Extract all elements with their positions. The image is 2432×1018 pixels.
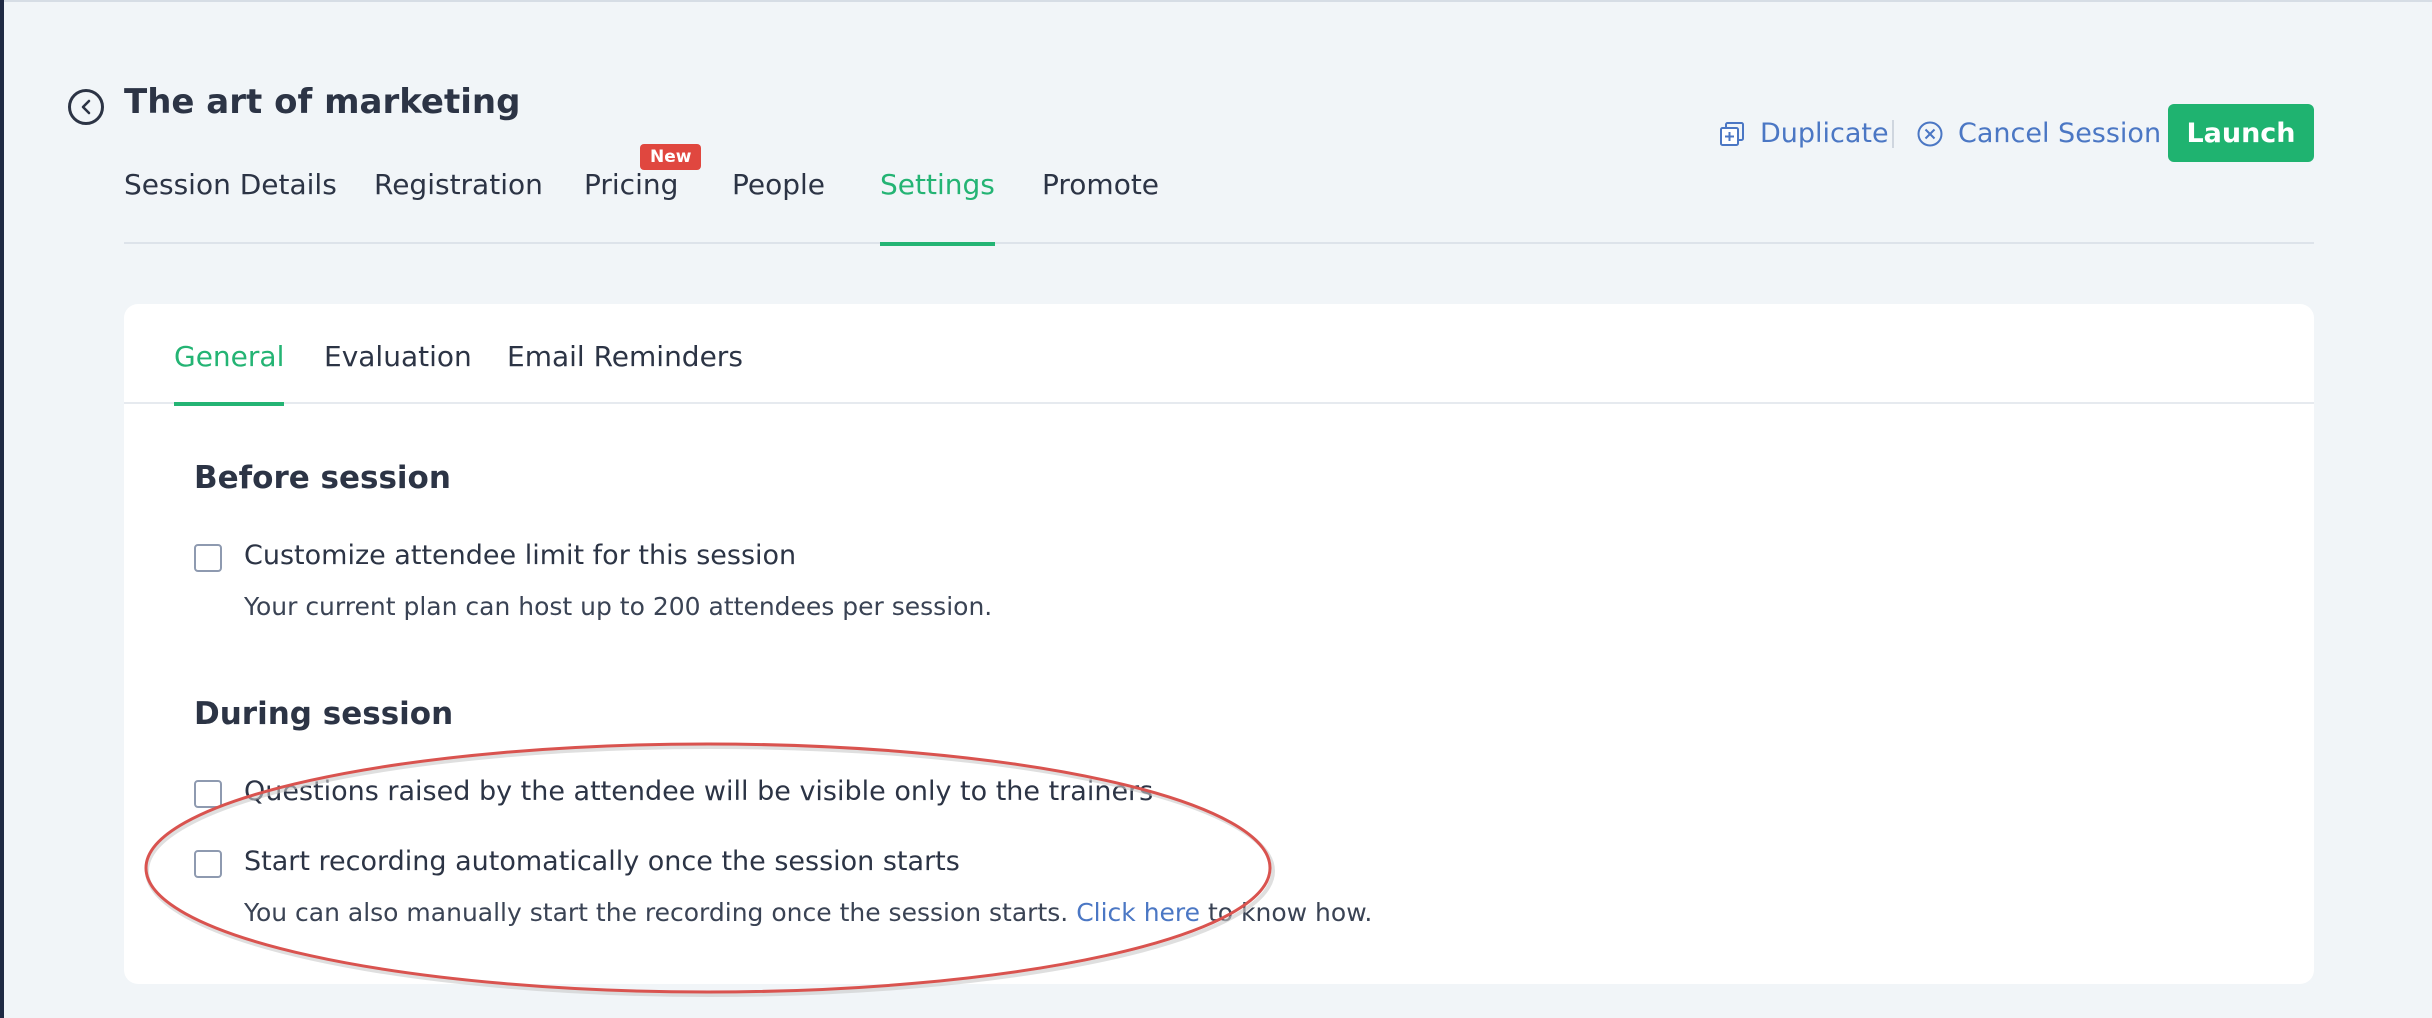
tab-session-details[interactable]: Session Details	[124, 168, 337, 244]
action-separator	[1892, 120, 1894, 148]
attendee-limit-checkbox[interactable]	[194, 544, 222, 572]
recording-help-text: You can also manually start the recordin…	[244, 898, 1372, 927]
settings-card: General Evaluation Email Reminders Befor…	[124, 304, 2314, 984]
trainer-only-questions-label: Questions raised by the attendee will be…	[244, 776, 1154, 807]
back-arrow-icon	[81, 99, 91, 115]
launch-button[interactable]: Launch	[2168, 104, 2314, 162]
back-button[interactable]	[68, 89, 104, 125]
attendee-limit-help: Your current plan can host up to 200 att…	[244, 592, 993, 621]
tab-general[interactable]: General	[174, 340, 285, 406]
left-border	[0, 0, 4, 1018]
tab-evaluation[interactable]: Evaluation	[324, 340, 472, 404]
auto-recording-label: Start recording automatically once the s…	[244, 846, 960, 877]
auto-recording-checkbox[interactable]	[194, 850, 222, 878]
page-title: The art of marketing	[124, 82, 521, 122]
new-badge: New	[640, 144, 702, 170]
duplicate-icon	[1720, 121, 1744, 146]
tab-promote[interactable]: Promote	[1042, 168, 1159, 244]
tab-pricing[interactable]: Pricing	[584, 168, 678, 244]
top-border	[0, 0, 2432, 2]
during-session-heading: During session	[194, 696, 454, 732]
cancel-session-label: Cancel Session	[1958, 118, 2162, 149]
click-here-link[interactable]: Click here	[1076, 898, 1200, 927]
recording-help-prefix: You can also manually start the recordin…	[244, 898, 1077, 927]
tab-registration[interactable]: Registration	[374, 168, 543, 244]
tab-people[interactable]: People	[732, 168, 825, 244]
duplicate-label: Duplicate	[1760, 118, 1889, 149]
recording-help-suffix: to know how.	[1200, 898, 1373, 927]
before-session-heading: Before session	[194, 460, 451, 496]
tab-settings[interactable]: Settings	[880, 168, 995, 246]
attendee-limit-label: Customize attendee limit for this sessio…	[244, 540, 797, 571]
tab-email-reminders[interactable]: Email Reminders	[507, 340, 743, 404]
cancel-circle-icon	[1917, 121, 1943, 146]
cancel-session-button[interactable]: Cancel Session	[1916, 118, 2161, 149]
duplicate-button[interactable]: Duplicate	[1718, 118, 1889, 149]
sub-tab-bar: General Evaluation Email Reminders	[124, 304, 2314, 406]
main-tab-bar: Session Details Registration Pricing Peo…	[124, 168, 2314, 246]
trainer-only-questions-checkbox[interactable]	[194, 780, 222, 808]
